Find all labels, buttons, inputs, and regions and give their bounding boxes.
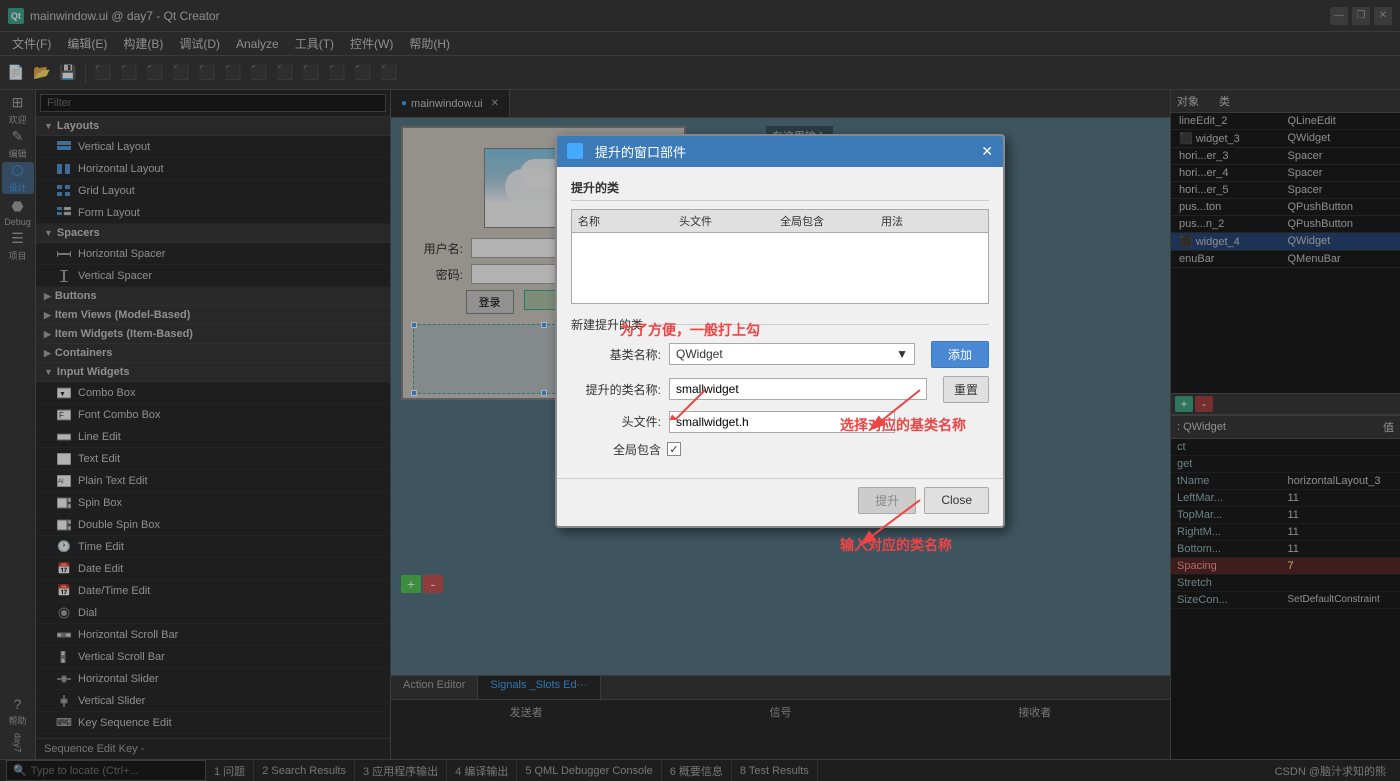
dialog-col-usage: 用法 <box>881 213 982 229</box>
dialog-add-btn[interactable]: 添加 <box>931 341 989 368</box>
promote-btn: 提升 <box>858 487 916 514</box>
promote-dialog: 提升的窗口部件 ✕ 提升的类 名称 头文件 全局包含 用法 新建提升的类 <box>555 134 1005 528</box>
annotation-3: 输入对应的类名称 <box>840 535 952 555</box>
dialog-table-body <box>572 233 988 303</box>
new-promote-label: 新建提升的类 <box>571 316 643 333</box>
base-class-row: 基类名称: QWidget ▼ 添加 <box>571 341 989 368</box>
dialog-promoted-table: 名称 头文件 全局包含 用法 <box>571 209 989 304</box>
promoted-name-ctrl <box>669 378 927 400</box>
promoted-name-row: 提升的类名称: 重置 <box>571 376 989 403</box>
dialog-title-label: 提升的窗口部件 <box>595 142 686 161</box>
dialog-reset-btn[interactable]: 重置 <box>943 376 989 403</box>
dialog-close-btn2[interactable]: Close <box>924 487 989 514</box>
dialog-table-header: 名称 头文件 全局包含 用法 <box>572 210 988 233</box>
dialog-col-global: 全局包含 <box>780 213 881 229</box>
header-file-row: 头文件: <box>571 411 989 433</box>
header-file-label: 头文件: <box>571 413 661 430</box>
base-class-arrow: ▼ <box>896 347 908 361</box>
base-class-label: 基类名称: <box>571 346 661 363</box>
dialog-overlay: 提升的窗口部件 ✕ 提升的类 名称 头文件 全局包含 用法 新建提升的类 <box>0 0 1400 781</box>
base-class-ctrl: QWidget ▼ <box>669 343 915 365</box>
global-include-label: 全局包含 <box>571 441 661 458</box>
global-include-row: 全局包含 <box>571 441 989 458</box>
promoted-name-input[interactable] <box>669 378 927 400</box>
global-include-checkbox[interactable] <box>667 442 681 456</box>
dialog-col-name: 名称 <box>578 213 679 229</box>
dialog-icon <box>567 143 583 159</box>
dialog-col-header: 头文件 <box>679 213 780 229</box>
separator-line <box>651 324 989 325</box>
new-promote-section: 新建提升的类 <box>571 316 989 333</box>
promoted-name-label: 提升的类名称: <box>571 381 661 398</box>
dialog-section-label: 提升的类 <box>571 179 989 201</box>
dialog-body: 提升的类 名称 头文件 全局包含 用法 新建提升的类 基类名称: <box>557 167 1003 478</box>
dialog-title-bar: 提升的窗口部件 ✕ <box>557 136 1003 167</box>
dialog-title-content: 提升的窗口部件 <box>567 142 686 161</box>
header-file-ctrl <box>669 411 895 433</box>
base-class-value: QWidget <box>676 347 723 361</box>
dialog-close-btn[interactable]: ✕ <box>981 143 993 160</box>
header-file-input[interactable] <box>669 411 895 433</box>
dialog-buttons: 提升 Close <box>557 478 1003 526</box>
base-class-select[interactable]: QWidget ▼ <box>669 343 915 365</box>
